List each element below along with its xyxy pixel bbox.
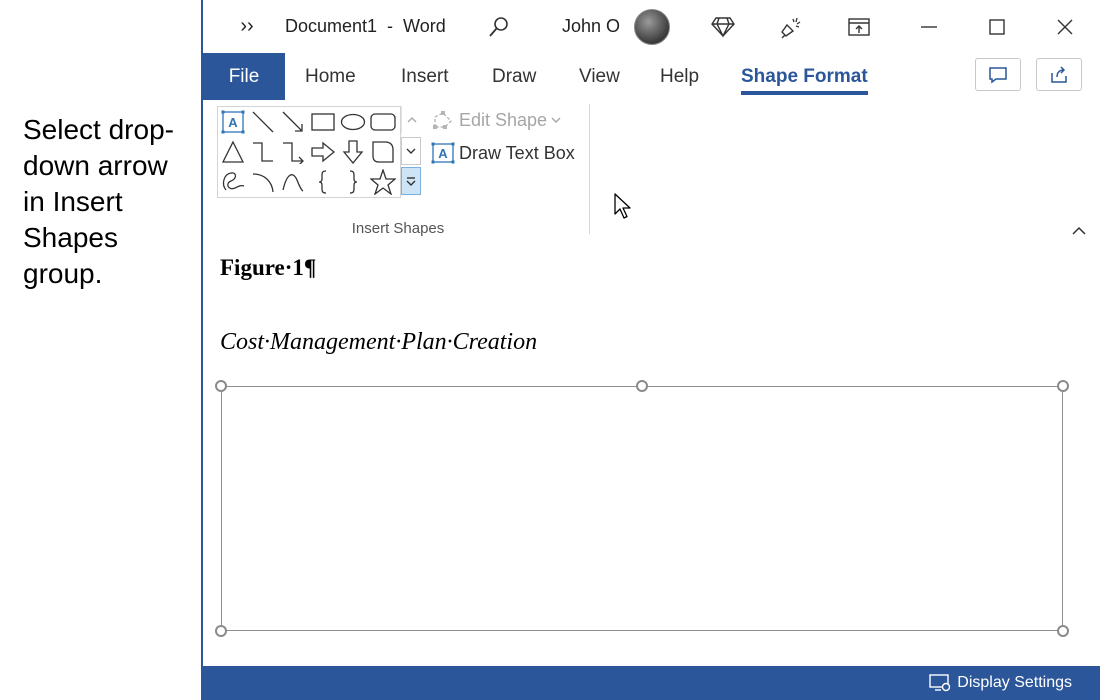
star-icon[interactable] xyxy=(369,168,397,196)
tab-help[interactable]: Help xyxy=(660,53,699,100)
triangle-icon[interactable] xyxy=(219,138,247,166)
instruction-text: Select drop-down arrow in Insert Shapes … xyxy=(23,114,174,289)
edit-shape-icon xyxy=(433,111,452,129)
ribbon-tabs: File Home Insert Draw View Help Shape Fo… xyxy=(203,53,1100,100)
drawing-canvas-shape[interactable] xyxy=(221,386,1063,631)
arrow-line-icon[interactable] xyxy=(279,108,307,136)
elbow-arrow-connector-icon[interactable] xyxy=(279,138,307,166)
gallery-scroll-up-button[interactable] xyxy=(401,106,422,134)
lightbulb-icon[interactable] xyxy=(777,0,805,53)
tab-file[interactable]: File xyxy=(203,53,285,100)
collapse-ribbon-button[interactable] xyxy=(1069,220,1089,240)
tab-draw[interactable]: Draw xyxy=(492,53,536,100)
gallery-scroll-down-button[interactable] xyxy=(401,137,421,165)
rectangle-icon[interactable] xyxy=(309,108,337,136)
close-icon[interactable] xyxy=(1051,0,1079,53)
figure-subtitle[interactable]: Cost·Management·Plan·Creation xyxy=(220,329,537,356)
elbow-connector-icon[interactable] xyxy=(249,138,277,166)
document-canvas[interactable]: Figure·1¶ Cost·Management·Plan·Creation xyxy=(203,241,1100,666)
word-window: ›› Document1 - Word John O File Home Ins… xyxy=(201,0,1100,700)
tab-shape-format[interactable]: Shape Format xyxy=(741,53,868,100)
ribbon-shape-format: A Edit Shape A Draw Text Box Insert Shap… xyxy=(203,100,1100,242)
expand-gallery-icon xyxy=(406,177,416,186)
tab-home[interactable]: Home xyxy=(305,53,356,100)
rounded-rectangle-icon[interactable] xyxy=(369,108,397,136)
tab-view[interactable]: View xyxy=(579,53,620,100)
display-settings-icon xyxy=(929,674,951,692)
chevron-up-icon xyxy=(407,117,417,123)
figure-title[interactable]: Figure·1¶ xyxy=(220,255,316,281)
edit-shape-button[interactable]: Edit Shape xyxy=(431,107,561,133)
insert-shapes-group-label: Insert Shapes xyxy=(351,220,445,237)
group-separator xyxy=(589,104,590,234)
maximize-icon[interactable] xyxy=(983,0,1011,53)
diamond-icon[interactable] xyxy=(709,0,737,53)
minimize-icon[interactable] xyxy=(915,0,943,53)
tab-insert[interactable]: Insert xyxy=(401,53,449,100)
share-icon xyxy=(1051,65,1067,83)
ribbon-display-options-icon[interactable] xyxy=(845,0,873,53)
curve-icon[interactable] xyxy=(279,168,307,196)
display-settings-button[interactable]: Display Settings xyxy=(929,666,1072,700)
window-title: Document1 - Word xyxy=(285,16,446,36)
text-box-icon: A xyxy=(431,142,455,164)
display-settings-label: Display Settings xyxy=(957,674,1072,691)
chevron-down-icon xyxy=(551,117,561,123)
chevron-down-icon xyxy=(406,148,416,154)
mouse-cursor-icon xyxy=(613,193,633,226)
right-brace-icon[interactable] xyxy=(339,168,367,196)
draw-text-box-label: Draw Text Box xyxy=(459,142,575,163)
right-arrow-icon[interactable] xyxy=(309,138,337,166)
comments-button[interactable] xyxy=(975,58,1021,91)
search-icon[interactable] xyxy=(485,0,513,53)
avatar[interactable] xyxy=(634,0,670,53)
arc-icon[interactable] xyxy=(249,168,277,196)
status-bar: Display Settings xyxy=(203,666,1100,700)
comment-icon xyxy=(989,66,1007,83)
text-box-icon[interactable]: A xyxy=(219,108,247,136)
user-name[interactable]: John O xyxy=(562,0,620,53)
left-brace-icon[interactable] xyxy=(309,168,337,196)
resize-handle-bottom-right[interactable] xyxy=(1057,625,1069,637)
resize-handle-top-right[interactable] xyxy=(1057,380,1069,392)
line-icon[interactable] xyxy=(249,108,277,136)
snip-corner-icon[interactable] xyxy=(369,138,397,166)
freeform-scribble-icon[interactable] xyxy=(219,168,247,196)
edit-shape-label: Edit Shape xyxy=(459,109,548,130)
svg-text:A: A xyxy=(438,146,448,161)
gallery-more-dropdown-button[interactable] xyxy=(401,167,421,195)
resize-handle-bottom-left[interactable] xyxy=(215,625,227,637)
quick-access-more-button[interactable]: ›› xyxy=(233,0,261,53)
resize-handle-top-center[interactable] xyxy=(636,380,648,392)
down-arrow-icon[interactable] xyxy=(339,138,367,166)
resize-handle-top-left[interactable] xyxy=(215,380,227,392)
title-bar: ›› Document1 - Word John O xyxy=(203,0,1100,53)
share-button[interactable] xyxy=(1036,58,1082,91)
oval-icon[interactable] xyxy=(339,108,367,136)
draw-text-box-button[interactable]: A Draw Text Box xyxy=(431,140,575,166)
shapes-gallery: A xyxy=(217,106,401,198)
svg-text:A: A xyxy=(228,115,238,130)
chevron-up-icon xyxy=(1072,226,1086,235)
